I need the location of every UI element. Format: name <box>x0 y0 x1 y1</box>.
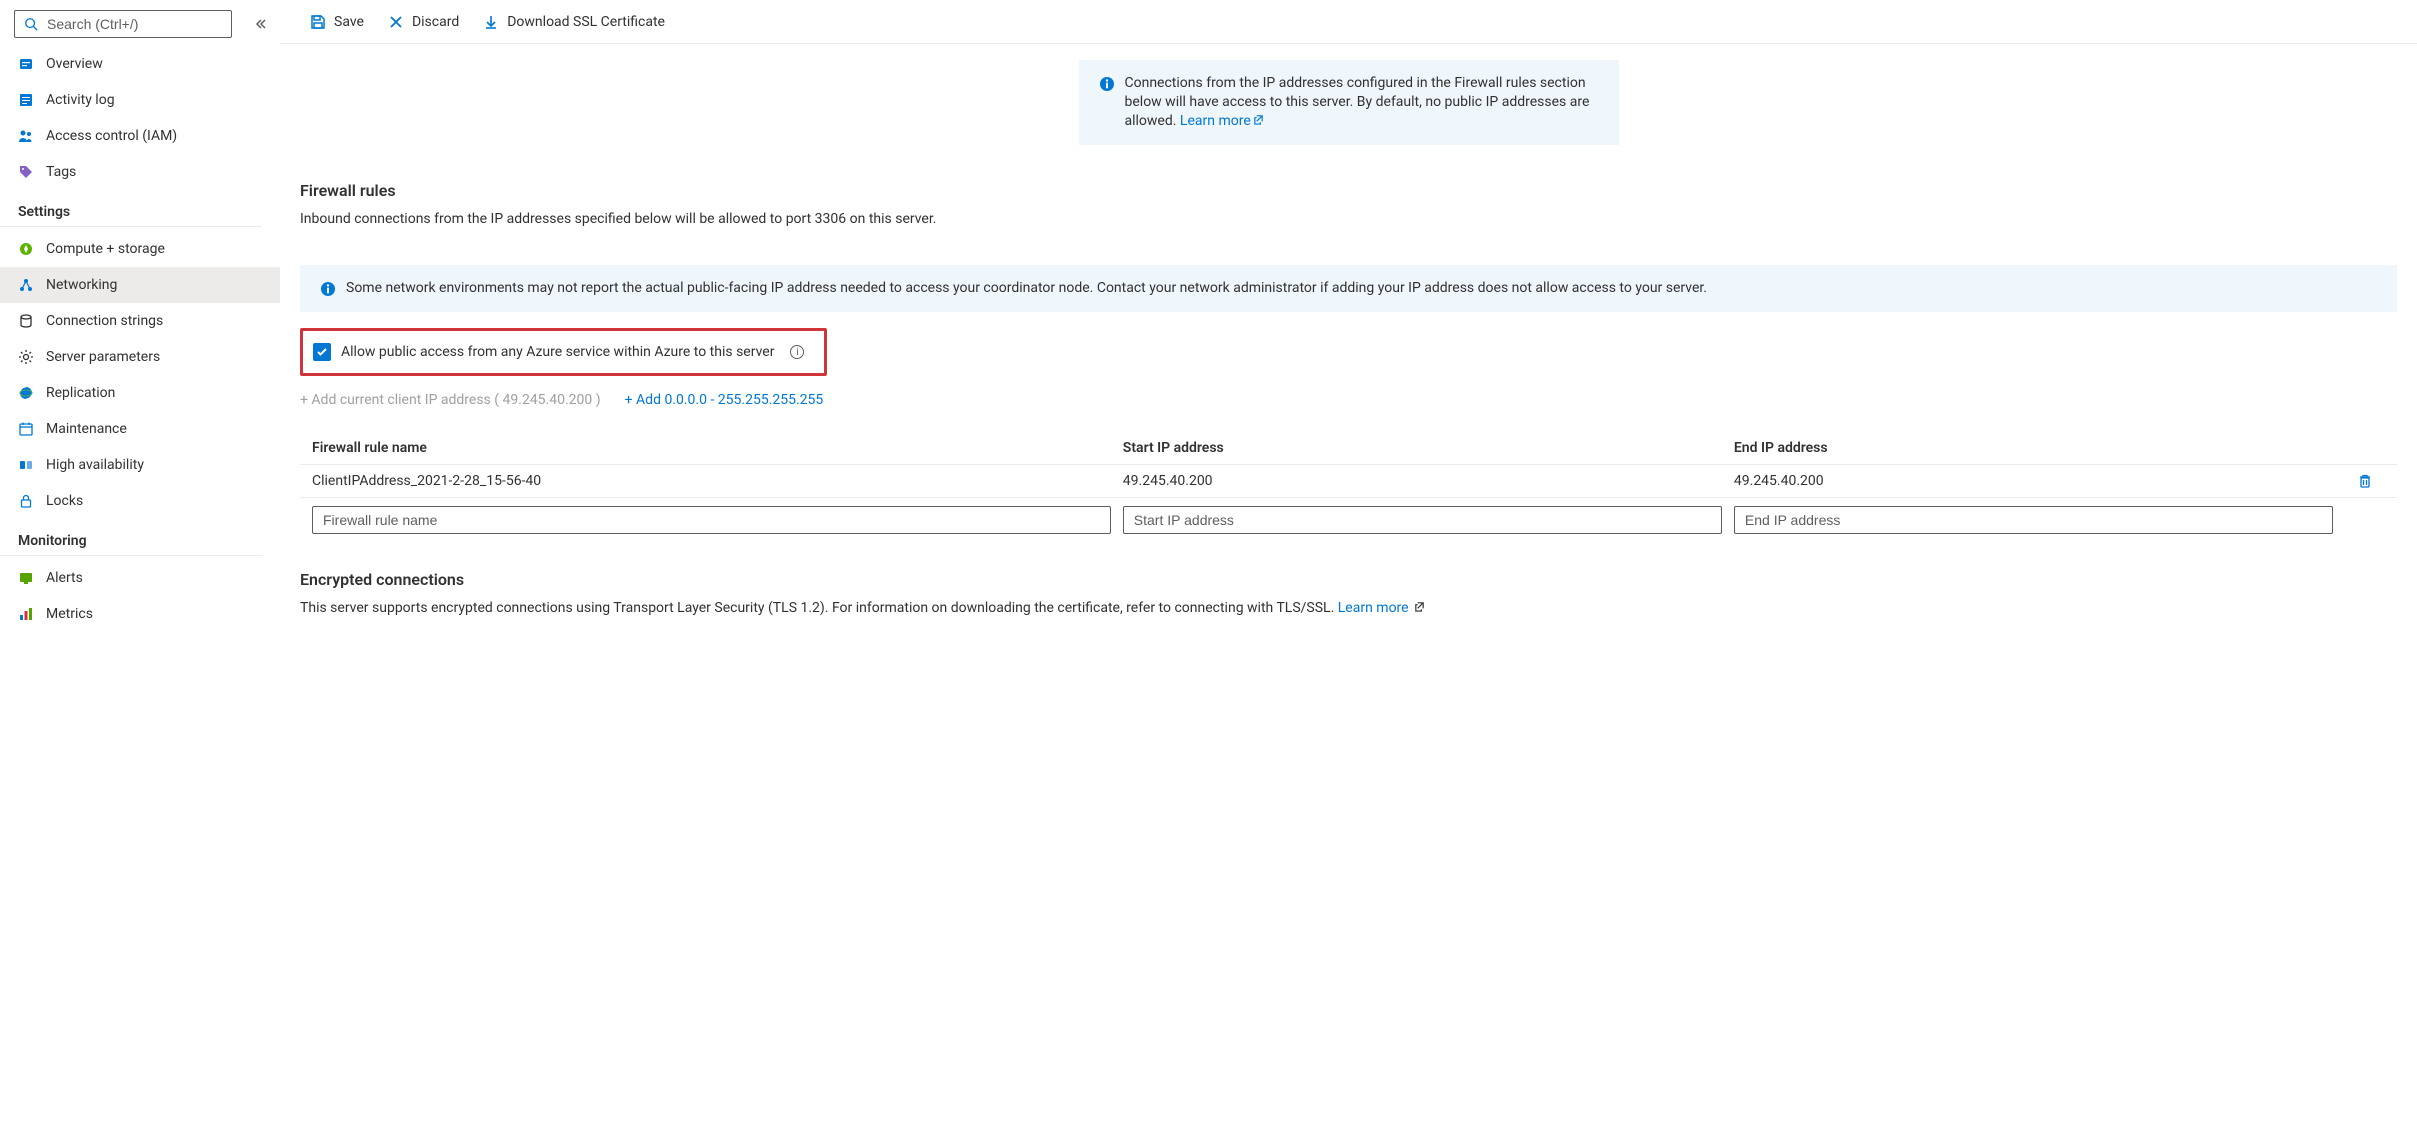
new-rule-start-ip-input[interactable] <box>1123 506 1722 534</box>
sidebar-item-label: Access control (IAM) <box>46 128 177 144</box>
save-label: Save <box>334 14 364 30</box>
rule-name-cell: ClientIPAddress_2021-2-28_15-56-40 <box>312 473 1111 489</box>
sidebar-item-label: Overview <box>46 56 103 72</box>
server-parameters-icon <box>18 349 34 365</box>
download-ssl-button[interactable]: Download SSL Certificate <box>473 8 675 36</box>
collapse-sidebar-button[interactable] <box>254 18 266 30</box>
connection-strings-icon <box>18 313 34 329</box>
sidebar-item-alerts[interactable]: Alerts <box>0 560 280 596</box>
discard-button[interactable]: Discard <box>378 8 469 36</box>
table-header-name: Firewall rule name <box>312 440 1111 456</box>
table-row: ClientIPAddress_2021-2-28_15-56-40 49.24… <box>300 465 2397 498</box>
info-icon <box>320 281 336 297</box>
add-client-ip-link[interactable]: + Add current client IP address ( 49.245… <box>300 392 601 408</box>
sidebar-item-label: Alerts <box>46 570 83 586</box>
sidebar-item-connection-strings[interactable]: Connection strings <box>0 303 280 339</box>
info-banner-network-env: Some network environments may not report… <box>300 265 2397 312</box>
metrics-icon <box>18 606 34 622</box>
new-rule-name-input[interactable] <box>312 506 1111 534</box>
alerts-icon <box>18 570 34 586</box>
encrypted-connections-desc: This server supports encrypted connectio… <box>300 599 2397 619</box>
sidebar-item-networking[interactable]: Networking <box>0 267 280 303</box>
discard-icon <box>388 14 404 30</box>
sidebar-item-tags[interactable]: Tags <box>0 154 280 190</box>
sidebar-item-locks[interactable]: Locks <box>0 483 280 519</box>
discard-label: Discard <box>412 14 459 30</box>
learn-more-tls-link[interactable]: Learn more <box>1338 600 1409 616</box>
sidebar-item-label: Networking <box>46 277 117 293</box>
add-all-ip-link[interactable]: + Add 0.0.0.0 - 255.255.255.255 <box>625 392 824 408</box>
allow-azure-label: Allow public access from any Azure servi… <box>341 344 774 360</box>
sidebar-section-monitoring: Monitoring <box>0 519 262 556</box>
sidebar-item-label: Replication <box>46 385 115 401</box>
table-header-start-ip: Start IP address <box>1123 440 1722 456</box>
table-header-end-ip: End IP address <box>1734 440 2333 456</box>
table-input-row <box>300 498 2397 542</box>
sidebar-search[interactable] <box>14 10 232 38</box>
networking-icon <box>18 277 34 293</box>
firewall-rules-table: Firewall rule name Start IP address End … <box>300 432 2397 542</box>
firewall-rules-title: Firewall rules <box>300 181 2397 200</box>
high-availability-icon <box>18 457 34 473</box>
external-link-icon <box>1414 599 1425 610</box>
activity-log-icon <box>18 92 34 108</box>
download-label: Download SSL Certificate <box>507 14 665 30</box>
sidebar-item-activity-log[interactable]: Activity log <box>0 82 280 118</box>
delete-rule-button[interactable] <box>2345 473 2385 489</box>
download-icon <box>483 14 499 30</box>
sidebar: Overview Activity log Access control (IA… <box>0 0 280 1146</box>
info-tooltip-icon[interactable]: i <box>790 345 804 359</box>
sidebar-item-label: Compute + storage <box>46 241 165 257</box>
sidebar-item-label: Metrics <box>46 606 93 622</box>
sidebar-item-label: Locks <box>46 493 83 509</box>
sidebar-section-settings: Settings <box>0 190 262 227</box>
search-icon <box>23 16 39 32</box>
sidebar-item-server-parameters[interactable]: Server parameters <box>0 339 280 375</box>
new-rule-end-ip-input[interactable] <box>1734 506 2333 534</box>
allow-azure-checkbox[interactable] <box>313 343 331 361</box>
search-input[interactable] <box>47 16 223 32</box>
save-icon <box>310 14 326 30</box>
sidebar-item-label: Activity log <box>46 92 115 108</box>
info-banner-firewall-access: Connections from the IP addresses config… <box>1079 60 1619 145</box>
rule-start-ip-cell: 49.245.40.200 <box>1123 473 1722 489</box>
toolbar: Save Discard Download SSL Certificate <box>280 0 2417 44</box>
access-control-icon <box>18 128 34 144</box>
sidebar-item-label: Server parameters <box>46 349 160 365</box>
save-button[interactable]: Save <box>300 8 374 36</box>
sidebar-item-label: Tags <box>46 164 76 180</box>
overview-icon <box>18 56 34 72</box>
sidebar-item-access-control[interactable]: Access control (IAM) <box>0 118 280 154</box>
external-link-icon <box>1253 112 1264 123</box>
sidebar-item-overview[interactable]: Overview <box>0 46 280 82</box>
maintenance-icon <box>18 421 34 437</box>
replication-icon <box>18 385 34 401</box>
sidebar-item-metrics[interactable]: Metrics <box>0 596 280 632</box>
sidebar-item-replication[interactable]: Replication <box>0 375 280 411</box>
info-icon <box>1099 76 1115 92</box>
compute-storage-icon <box>18 241 34 257</box>
sidebar-item-label: Connection strings <box>46 313 163 329</box>
encrypted-connections-title: Encrypted connections <box>300 570 2397 589</box>
rule-end-ip-cell: 49.245.40.200 <box>1734 473 2333 489</box>
tags-icon <box>18 164 34 180</box>
sidebar-item-label: Maintenance <box>46 421 127 437</box>
sidebar-item-high-availability[interactable]: High availability <box>0 447 280 483</box>
info-banner-text: Some network environments may not report… <box>346 279 1707 298</box>
locks-icon <box>18 493 34 509</box>
sidebar-item-maintenance[interactable]: Maintenance <box>0 411 280 447</box>
firewall-rules-desc: Inbound connections from the IP addresse… <box>300 210 2397 230</box>
learn-more-link[interactable]: Learn more <box>1180 113 1264 129</box>
sidebar-item-label: High availability <box>46 457 144 473</box>
allow-azure-access-highlight: Allow public access from any Azure servi… <box>300 328 827 376</box>
sidebar-item-compute-storage[interactable]: Compute + storage <box>0 231 280 267</box>
